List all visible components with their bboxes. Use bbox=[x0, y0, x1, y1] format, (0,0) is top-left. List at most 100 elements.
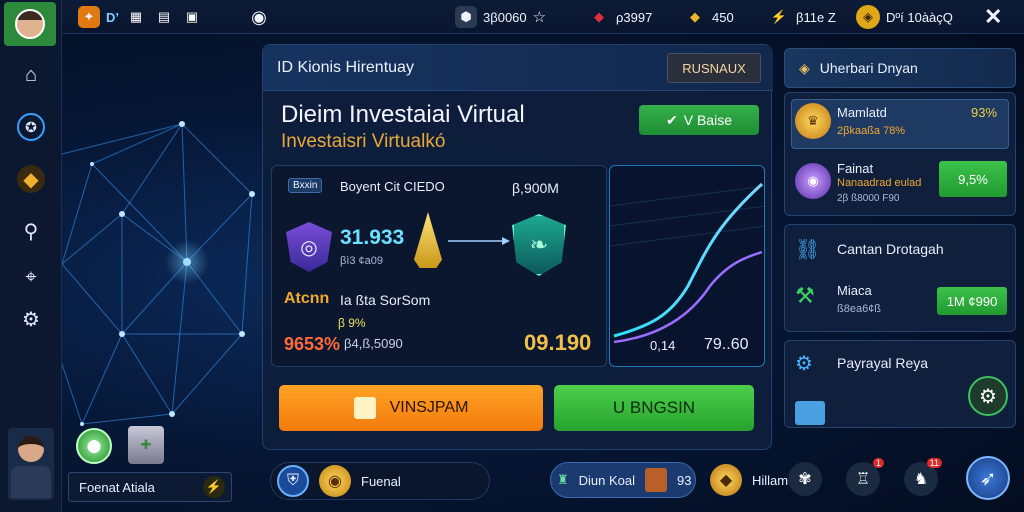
star-icon: ☆ bbox=[532, 9, 547, 26]
investment-card: Bxxin Boyent Cit CIEDO β,900M ◎ 31.933 β… bbox=[271, 165, 607, 367]
army-badge: 11 bbox=[926, 458, 942, 468]
confirm-button[interactable]: U BNGSIN bbox=[554, 385, 754, 431]
bottom-pill-2[interactable]: ♜ Diun Koal 93 bbox=[550, 462, 696, 498]
orb-icon: ◉ bbox=[795, 163, 831, 199]
trophy-icon: ♛ bbox=[795, 103, 831, 139]
rocket-icon[interactable]: ➶ bbox=[966, 456, 1010, 500]
row2-subtitle: Nanaadrad eulad bbox=[837, 177, 922, 189]
row3-value-button[interactable]: 1M ¢990 bbox=[937, 287, 1007, 315]
card-amount-mid: β4,ß,5090 bbox=[344, 336, 403, 351]
treasure-icon: ◆ bbox=[710, 464, 742, 496]
search-icon[interactable]: ⚲ bbox=[14, 214, 48, 248]
chest-icon[interactable]: ▣ bbox=[181, 6, 203, 28]
arrow-icon bbox=[448, 237, 510, 245]
paw-icon[interactable]: ✾ bbox=[788, 462, 822, 496]
panel-title: ID Kionis Hirentuay bbox=[277, 59, 414, 76]
row1-percent: 93% bbox=[971, 105, 998, 120]
close-icon[interactable]: ✕ bbox=[984, 4, 1002, 30]
tag-icon: ◈ bbox=[799, 59, 810, 76]
package-icon bbox=[795, 401, 825, 425]
tools-icon: ⚒ bbox=[795, 283, 815, 308]
gold-coin-icon: ◉ bbox=[319, 465, 351, 497]
castle-badge: 1 bbox=[872, 458, 884, 468]
row2-detail: 2β ß8000 F90 bbox=[837, 193, 900, 204]
row2-title: Fainat bbox=[837, 161, 874, 176]
bottom-bar: ⛨ ◉ Fuenal ♜ Diun Koal 93 ◆ Hillam ✾ ♖ 1 … bbox=[262, 456, 1024, 512]
stat-4: ⚡ β11e Z bbox=[768, 4, 836, 30]
potion-crate-icon[interactable]: ✚ bbox=[128, 426, 164, 464]
invest-button[interactable]: VINSJPAM bbox=[279, 385, 543, 431]
right-panel-header: ◈ Uherbari Dnyan bbox=[784, 48, 1016, 88]
crate-icon bbox=[645, 468, 668, 492]
stat-2: ◆ ρ3997 bbox=[588, 4, 652, 30]
bottom-pill-1-label: Fuenal bbox=[361, 473, 401, 489]
box-icon bbox=[353, 397, 376, 419]
stat-4-value: β11e Z bbox=[796, 9, 836, 25]
bottom-pill-2-number: 93 bbox=[677, 472, 692, 488]
status-button-label: V Baise bbox=[683, 112, 732, 128]
trophy-small-icon: ♜ bbox=[557, 472, 569, 487]
gold-icon: ◆ bbox=[690, 9, 700, 24]
card-title: Boyent Cit CIEDO bbox=[340, 179, 445, 194]
section2-title: Cantan Drotagah bbox=[837, 241, 944, 257]
card-amount-big: 09.190 bbox=[524, 330, 592, 355]
shield-icon: ⛨ bbox=[277, 465, 309, 497]
shield-badge-icon: ◎ bbox=[286, 222, 332, 272]
character-portrait[interactable] bbox=[8, 428, 54, 500]
player-avatar[interactable] bbox=[4, 2, 56, 46]
green-orb-icon[interactable]: ⬤ bbox=[76, 428, 112, 464]
section3-title: Payrayal Reya bbox=[837, 355, 929, 371]
stat-2-value: ρ3997 bbox=[616, 9, 653, 25]
card-amount-top: β,900M bbox=[512, 180, 559, 196]
trend-chart-card: 0,14 79..60 bbox=[609, 165, 765, 367]
emerald-shield-icon: ❧ bbox=[512, 214, 566, 276]
settings-round-button[interactable]: ⚙ bbox=[968, 376, 1008, 416]
crystal-icon bbox=[414, 212, 442, 268]
card-value-sub: βì3 ¢a09 bbox=[340, 255, 384, 267]
card-label-left: Atcnn bbox=[284, 290, 330, 307]
panel-tag-button[interactable]: RUSNAUX bbox=[667, 53, 761, 83]
right-panel-section-2: ⛓ Cantan Drotagah ⚒ Miaca ß8ea6¢ß 1M ¢99… bbox=[784, 224, 1016, 332]
home-icon[interactable]: ⌂ bbox=[14, 58, 48, 92]
left-bottom-label-text: Foenat Atiala bbox=[79, 479, 155, 495]
energy-icon: ⚡ bbox=[770, 9, 788, 24]
card-tag: Bxxin bbox=[288, 178, 323, 193]
check-icon: ✔ bbox=[666, 111, 678, 128]
row1-subtitle: 2βkaaßa 78% bbox=[837, 125, 906, 137]
card-label-mid: Ia ßta SorSom bbox=[340, 292, 431, 308]
row2-percent-button[interactable]: 9,5% bbox=[939, 161, 1007, 197]
gear-cluster-icon: ⚙ bbox=[795, 353, 813, 375]
emblem-icon[interactable]: ✪ bbox=[14, 110, 48, 144]
stat-1-value: 3β0060 bbox=[483, 9, 527, 25]
bottom-pill-1[interactable]: ⛨ ◉ Fuenal bbox=[270, 462, 490, 500]
left-bottom-label[interactable]: Foenat Atiala ⚡ bbox=[68, 472, 232, 502]
treasure-bag-icon[interactable]: ◆ bbox=[14, 162, 48, 196]
row3-title: Miaca bbox=[837, 283, 872, 298]
bottom-pill-3[interactable]: ◆ Hillam bbox=[710, 462, 790, 498]
row1-title: Mamlatd bbox=[837, 105, 887, 120]
castle-icon[interactable]: ♖ 1 bbox=[846, 458, 884, 496]
invest-button-label: VINSJPAM bbox=[389, 399, 469, 416]
row3-subtitle: ß8ea6¢ß bbox=[837, 303, 882, 315]
heading-primary: Dieim Investaiai Virtual bbox=[281, 101, 525, 128]
chart-right-value: 79..60 bbox=[704, 336, 749, 353]
status-button[interactable]: ✔ V Baise bbox=[639, 105, 759, 135]
compass-icon[interactable]: ◉ bbox=[248, 4, 270, 30]
settings-gear-icon[interactable]: ⚙ bbox=[14, 302, 48, 336]
stat-3: ◆ 450 bbox=[684, 4, 734, 30]
army-icon[interactable]: ♞ 11 bbox=[904, 458, 942, 496]
top-tab-label[interactable]: D’ bbox=[106, 10, 119, 25]
news-icon[interactable]: ▤ bbox=[153, 6, 175, 28]
grid-icon[interactable]: ▦ bbox=[125, 6, 147, 28]
top-tab-group: ✦ D’ ▦ ▤ ▣ bbox=[78, 4, 203, 30]
heading-secondary: Investaisri Virtualkó bbox=[281, 131, 446, 152]
card-value: 31.933 bbox=[340, 226, 405, 249]
stat-3-value: 450 bbox=[712, 9, 734, 25]
chart-left-value: 0,14 bbox=[650, 338, 676, 353]
right-panel-title: Uherbari Dnyan bbox=[819, 60, 918, 76]
fire-icon[interactable]: ✦ bbox=[78, 6, 100, 28]
gem-icon: ⬢ bbox=[455, 6, 477, 28]
map-icon[interactable]: ⌖ bbox=[14, 260, 48, 294]
coin-icon: ◈ bbox=[856, 5, 880, 29]
bottom-pill-3-label: Hillam bbox=[752, 472, 789, 488]
